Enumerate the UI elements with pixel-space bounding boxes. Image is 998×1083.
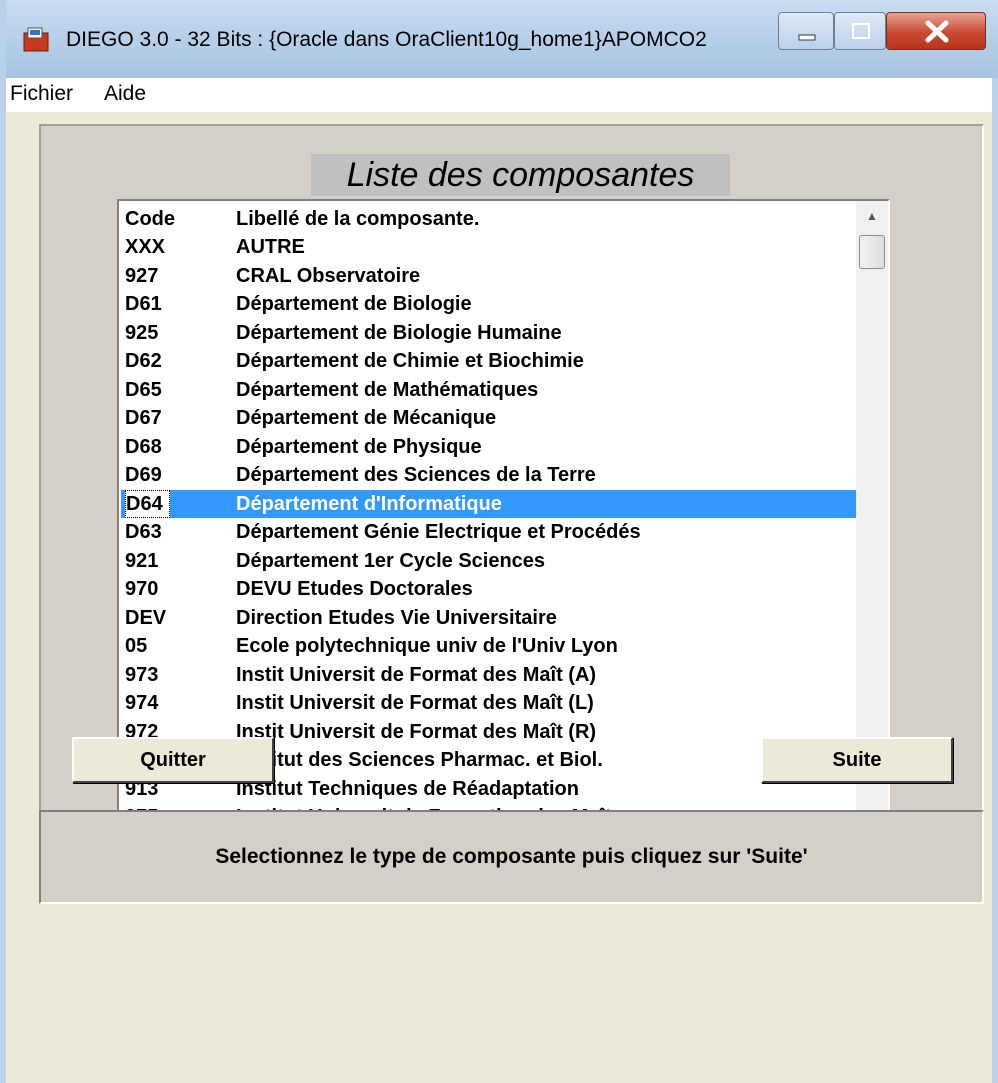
list-item-label: Département d'Informatique xyxy=(236,492,502,515)
list-item[interactable]: D61 Département de Biologie xyxy=(121,290,856,318)
list-item-label: Département de Biologie Humaine xyxy=(236,321,562,344)
maximize-button[interactable] xyxy=(834,12,886,50)
list-item-label: Instit Universit de Format des Maît (L) xyxy=(236,692,594,714)
title-bar[interactable]: DIEGO 3.0 - 32 Bits : {Oracle dans OraCl… xyxy=(6,0,998,78)
scroll-up-arrow-icon[interactable]: ▲ xyxy=(856,201,888,231)
list-item-label: Institut des Sciences Pharmac. et Biol. xyxy=(236,749,603,771)
list-item[interactable]: 974 Instit Universit de Format des Maît (… xyxy=(121,689,856,717)
close-button[interactable] xyxy=(886,12,986,50)
menu-fichier[interactable]: Fichier xyxy=(10,82,73,106)
list-item-code: D64 xyxy=(125,489,170,518)
list-item-code: D67 xyxy=(125,407,162,429)
list-item[interactable]: 970 DEVU Etudes Doctorales xyxy=(121,575,856,603)
list-item-code: D65 xyxy=(125,378,162,401)
list-item-label: Département de Biologie xyxy=(236,293,472,315)
list-item[interactable]: XXX AUTRE xyxy=(121,233,856,261)
minimize-icon xyxy=(798,34,816,41)
list-item[interactable]: 927 CRAL Observatoire xyxy=(121,262,856,290)
close-icon xyxy=(925,20,949,43)
list-item-label: DEVU Etudes Doctorales xyxy=(236,578,473,600)
list-item-code: 925 xyxy=(125,321,159,344)
column-header-label: Libellé de la composante. xyxy=(236,208,480,230)
list-item[interactable]: D68 Département de Physique xyxy=(121,433,856,461)
menu-bar: Fichier Aide xyxy=(6,78,992,112)
next-button[interactable]: Suite xyxy=(761,737,953,783)
list-item-code: 970 xyxy=(125,578,159,600)
list-item[interactable]: D69 Département des Sciences de la Terre xyxy=(121,461,856,489)
app-icon xyxy=(23,27,49,52)
list-item-code: 927 xyxy=(125,264,159,287)
list-item-label: Direction Etudes Vie Universitaire xyxy=(236,606,557,629)
minimize-button[interactable] xyxy=(778,12,834,50)
list-item-code: D63 xyxy=(125,521,162,543)
list-item-code: 05 xyxy=(125,635,148,657)
list-item-label: CRAL Observatoire xyxy=(236,264,421,287)
list-item-label: Département de Physique xyxy=(236,435,482,458)
list-item-code: D68 xyxy=(125,435,162,458)
list-item[interactable]: 921 Département 1er Cycle Sciences xyxy=(121,547,856,575)
list-item-label: Institut Techniques de Réadaptation xyxy=(236,777,579,800)
list-item[interactable]: 925 Département de Biologie Humaine xyxy=(121,319,856,347)
list-item-label: Instit Universit de Format des Maît (R) xyxy=(236,720,597,743)
list-item[interactable]: 973 Instit Universit de Format des Maît (… xyxy=(121,661,856,689)
list-item-label: Ecole polytechnique univ de l'Univ Lyon xyxy=(236,635,618,657)
scrollbar-thumb[interactable] xyxy=(859,235,885,269)
list-item-code: 921 xyxy=(125,549,159,572)
list-item-code: 973 xyxy=(125,663,159,686)
list-item[interactable]: D67 Département de Mécanique xyxy=(121,404,856,432)
list-item-code: 974 xyxy=(125,692,159,714)
list-title: Liste des composantes xyxy=(311,154,730,196)
status-message: Selectionnez le type de composante puis … xyxy=(39,810,984,904)
list-item-label: Département de Chimie et Biochimie xyxy=(236,350,584,372)
list-item-code: D61 xyxy=(125,293,162,315)
list-item-label: Département des Sciences de la Terre xyxy=(236,464,596,486)
list-item-code: XXX xyxy=(125,236,166,258)
window-title: DIEGO 3.0 - 32 Bits : {Oracle dans OraCl… xyxy=(66,28,707,51)
list-item[interactable]: D62 Département de Chimie et Biochimie xyxy=(121,347,856,375)
list-item-label: Département de Mathématiques xyxy=(236,378,539,401)
list-item[interactable]: D65 Département de Mathématiques xyxy=(121,376,856,404)
list-item-label: Département de Mécanique xyxy=(236,407,497,429)
list-item-code: D62 xyxy=(125,350,162,372)
list-item-label: Département 1er Cycle Sciences xyxy=(236,549,546,572)
list-item-label: AUTRE xyxy=(236,236,305,258)
app-window: DIEGO 3.0 - 32 Bits : {Oracle dans OraCl… xyxy=(0,0,998,1083)
list-item-label: Instit Universit de Format des Maît (A) xyxy=(236,663,597,686)
list-item-code: DEV xyxy=(125,606,167,629)
column-header-code: Code xyxy=(125,208,175,230)
list-item[interactable]: D63 Département Génie Electrique et Procé… xyxy=(121,518,856,546)
list-item-code: D69 xyxy=(125,464,162,486)
list-item-label: Département Génie Electrique et Procédés xyxy=(236,521,641,543)
menu-aide[interactable]: Aide xyxy=(104,82,146,106)
list-header: Code Libellé de la composante. xyxy=(121,205,856,233)
list-item[interactable]: 05 Ecole polytechnique univ de l'Univ Lyo… xyxy=(121,632,856,660)
quit-button[interactable]: Quitter xyxy=(72,737,274,783)
list-item[interactable]: DEV Direction Etudes Vie Universitaire xyxy=(121,604,856,632)
maximize-icon xyxy=(852,23,870,39)
list-item[interactable]: D64 Département d'Informatique xyxy=(121,489,856,518)
